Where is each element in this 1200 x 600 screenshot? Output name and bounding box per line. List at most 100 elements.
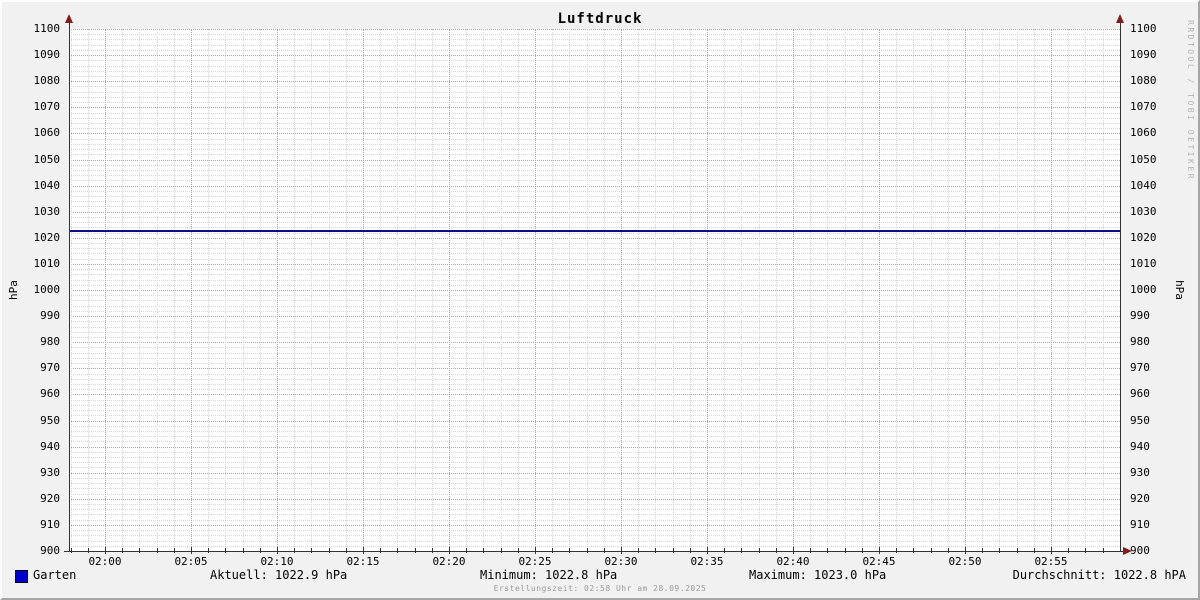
y-tick-label-left: 950: [40, 414, 60, 427]
x-tick-label: 02:35: [690, 555, 724, 568]
y-tick-label-left: 920: [40, 492, 60, 505]
x-tick-label: 02:15: [346, 555, 380, 568]
gridline-minor-h: [69, 405, 1120, 406]
gridline-minor-v: [690, 29, 691, 551]
y-tick-label-right: 1080: [1130, 74, 1157, 87]
gridline-minor-h: [69, 139, 1120, 140]
x-axis-tick: [139, 548, 140, 553]
gridline-major-h: [69, 238, 1120, 239]
gridline-minor-v: [638, 29, 639, 551]
y-tick-label-left: 1000: [33, 283, 61, 296]
stat-aktuell: Aktuell: 1022.9 hPa: [210, 568, 348, 582]
x-axis-tick: [88, 548, 89, 553]
x-tick-label: 02:20: [432, 555, 466, 568]
gridline-minor-h: [69, 92, 1120, 93]
gridline-minor-v: [759, 29, 760, 551]
x-axis-tick: [896, 548, 897, 553]
x-axis-tick: [346, 548, 347, 553]
y-tick-label-left: 940: [40, 440, 60, 453]
gridline-minor-h: [69, 144, 1120, 145]
gridline-minor-h: [69, 358, 1120, 359]
y-tick-label-left: 1100: [33, 22, 61, 35]
series-line-garten: [69, 230, 1120, 232]
gridline-minor-h: [69, 259, 1120, 260]
gridline-major-h: [69, 290, 1120, 291]
y-tick-label-right: 970: [1130, 361, 1150, 374]
gridline-minor-v: [174, 29, 175, 551]
y-tick-label-left: 1080: [33, 74, 61, 87]
gridline-minor-v: [483, 29, 484, 551]
gridline-minor-h: [69, 274, 1120, 275]
x-axis-tick: [294, 548, 295, 553]
gridline-minor-v: [243, 29, 244, 551]
x-axis-tick: [329, 548, 330, 553]
y-tick-label-left: 1040: [33, 179, 61, 192]
gridline-minor-h: [69, 123, 1120, 124]
x-tick-label: 02:45: [862, 555, 896, 568]
x-axis-tick: [741, 548, 742, 553]
gridline-minor-h: [69, 415, 1120, 416]
y-tick-label-right: 1020: [1130, 231, 1157, 244]
x-axis-tick: [793, 547, 794, 554]
gridline-minor-h: [69, 295, 1120, 296]
x-axis-tick: [260, 548, 261, 553]
x-axis-tick: [1085, 548, 1086, 553]
gridline-minor-h: [69, 488, 1120, 489]
y-axis-right-arrow-icon: [1116, 14, 1124, 23]
y-tick-label-right: 980: [1130, 335, 1150, 348]
x-axis-tick: [776, 548, 777, 553]
gridline-minor-h: [69, 227, 1120, 228]
x-tick-label: 02:25: [518, 555, 552, 568]
x-axis-tick: [621, 547, 622, 554]
gridline-minor-h: [69, 60, 1120, 61]
x-axis-tick: [449, 547, 450, 554]
gridline-minor-v: [1034, 29, 1035, 551]
x-axis-tick: [982, 548, 983, 553]
creation-timestamp: Erstellungszeit: 02:58 Uhr am 28.09.2025: [493, 584, 707, 593]
gridline-minor-v: [466, 29, 467, 551]
gridline-minor-h: [69, 509, 1120, 510]
y-tick-label-left: 1010: [33, 257, 61, 270]
gridline-minor-h: [69, 180, 1120, 181]
x-axis-tick: [655, 548, 656, 553]
x-tick-label: 02:10: [260, 555, 294, 568]
x-axis-tick: [1034, 548, 1035, 553]
x-axis-tick: [724, 548, 725, 553]
gridline-major-h: [69, 29, 1120, 30]
gridline-major-v: [621, 29, 622, 551]
gridline-major-h: [69, 160, 1120, 161]
gridline-major-h: [69, 264, 1120, 265]
y-tick-label-left: 970: [40, 361, 60, 374]
gridline-minor-h: [69, 337, 1120, 338]
x-axis-tick: [759, 548, 760, 553]
x-axis-tick: [879, 547, 880, 554]
gridline-major-h: [69, 421, 1120, 422]
gridline-minor-v: [518, 29, 519, 551]
stat-maximum: Maximum: 1023.0 hPa: [749, 568, 887, 582]
gridline-major-v: [879, 29, 880, 551]
y-tick-label-right: 1070: [1130, 100, 1157, 113]
gridline-minor-h: [69, 206, 1120, 207]
x-axis-tick: [243, 548, 244, 553]
stat-durchschnitt: Durchschnitt: 1022.8 hPA: [1012, 568, 1186, 582]
gridline-minor-v: [139, 29, 140, 551]
gridline-minor-h: [69, 253, 1120, 254]
gridline-minor-h: [69, 300, 1120, 301]
gridline-minor-h: [69, 504, 1120, 505]
gridline-major-h: [69, 394, 1120, 395]
x-axis-tick: [569, 548, 570, 553]
x-axis-tick: [845, 548, 846, 553]
y-tick-label-right: 940: [1130, 440, 1150, 453]
x-axis-tick: [673, 548, 674, 553]
x-axis-tick: [225, 548, 226, 553]
gridline-minor-v: [827, 29, 828, 551]
gridline-minor-h: [69, 347, 1120, 348]
gridline-minor-h: [69, 34, 1120, 35]
x-axis-tick: [999, 548, 1000, 553]
x-tick-label: 02:00: [88, 555, 122, 568]
gridline-minor-h: [69, 541, 1120, 542]
x-axis-tick: [552, 548, 553, 553]
gridline-minor-h: [69, 353, 1120, 354]
gridline-minor-h: [69, 269, 1120, 270]
series-name: Garten: [33, 568, 77, 582]
